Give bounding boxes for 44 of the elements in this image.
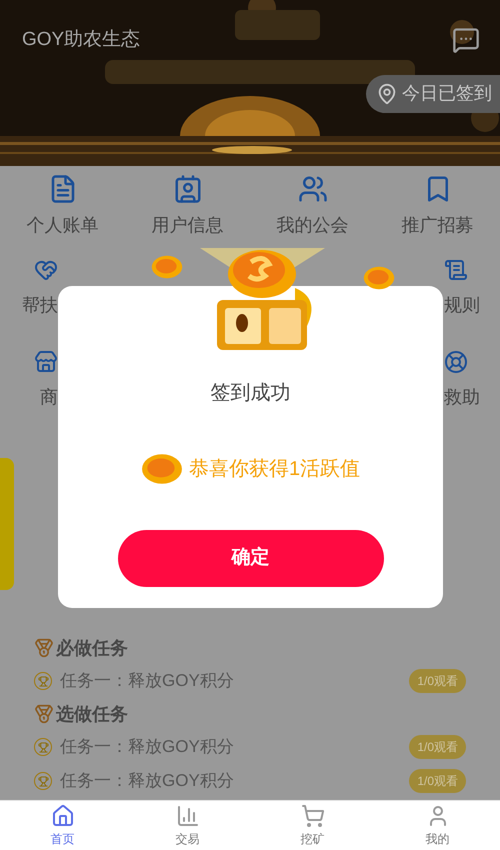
- lifebuoy-icon[interactable]: [444, 350, 468, 374]
- trophy-icon: [34, 672, 52, 690]
- menu-label[interactable]: 推广招募: [402, 212, 474, 239]
- users-icon[interactable]: [298, 174, 328, 204]
- trophy-icon: [34, 772, 52, 790]
- menu-label[interactable]: 用户信息: [152, 212, 224, 239]
- checkin-button[interactable]: 今日已签到: [366, 74, 500, 112]
- menu-label[interactable]: 帮扶: [22, 292, 58, 319]
- menu-label[interactable]: 个人账单: [26, 212, 98, 239]
- coin-icon: [140, 452, 183, 486]
- task-name: 任务一：释放GOY积分: [60, 736, 234, 758]
- confirm-button[interactable]: 确定: [118, 530, 384, 587]
- heart-hand-icon[interactable]: [34, 258, 58, 282]
- menu-label[interactable]: 商: [40, 384, 58, 411]
- menu-label[interactable]: 规则: [444, 292, 480, 319]
- coin-icon: [362, 266, 396, 290]
- nav-tab[interactable]: 交易: [125, 801, 250, 850]
- menu-label[interactable]: 我的公会: [276, 212, 348, 239]
- location-icon: [376, 82, 398, 104]
- nav-tab[interactable]: 首页: [0, 801, 125, 850]
- medal-icon: [34, 704, 54, 724]
- trophy-icon: [34, 738, 52, 756]
- coin-icon: [150, 255, 184, 279]
- task-badge[interactable]: 1/0观看: [409, 769, 466, 793]
- task-badge[interactable]: 1/0观看: [409, 669, 466, 693]
- reward-text: 恭喜你获得1活跃值: [188, 457, 360, 482]
- app-title: GOY助农生态: [22, 28, 140, 52]
- chart-icon: [176, 804, 200, 828]
- section-title: 必做任务: [56, 636, 128, 660]
- medal-icon: [34, 638, 54, 658]
- nav-tab[interactable]: 我的: [375, 801, 500, 850]
- section-title: 选做任务: [56, 702, 128, 726]
- task-name: 任务一：释放GOY积分: [60, 770, 234, 792]
- task-badge[interactable]: 1/0观看: [409, 735, 466, 759]
- chat-icon[interactable]: [452, 26, 480, 54]
- id-card-icon[interactable]: [172, 174, 202, 204]
- dialog-title: 签到成功: [210, 381, 290, 406]
- document-icon[interactable]: [444, 258, 468, 282]
- menu-label[interactable]: 救助: [444, 384, 480, 411]
- task-name: 任务一：释放GOY积分: [60, 670, 234, 692]
- home-icon: [50, 804, 74, 828]
- cart-icon: [300, 804, 324, 828]
- store-icon[interactable]: [34, 350, 58, 374]
- nav-tab[interactable]: 挖矿: [250, 801, 375, 850]
